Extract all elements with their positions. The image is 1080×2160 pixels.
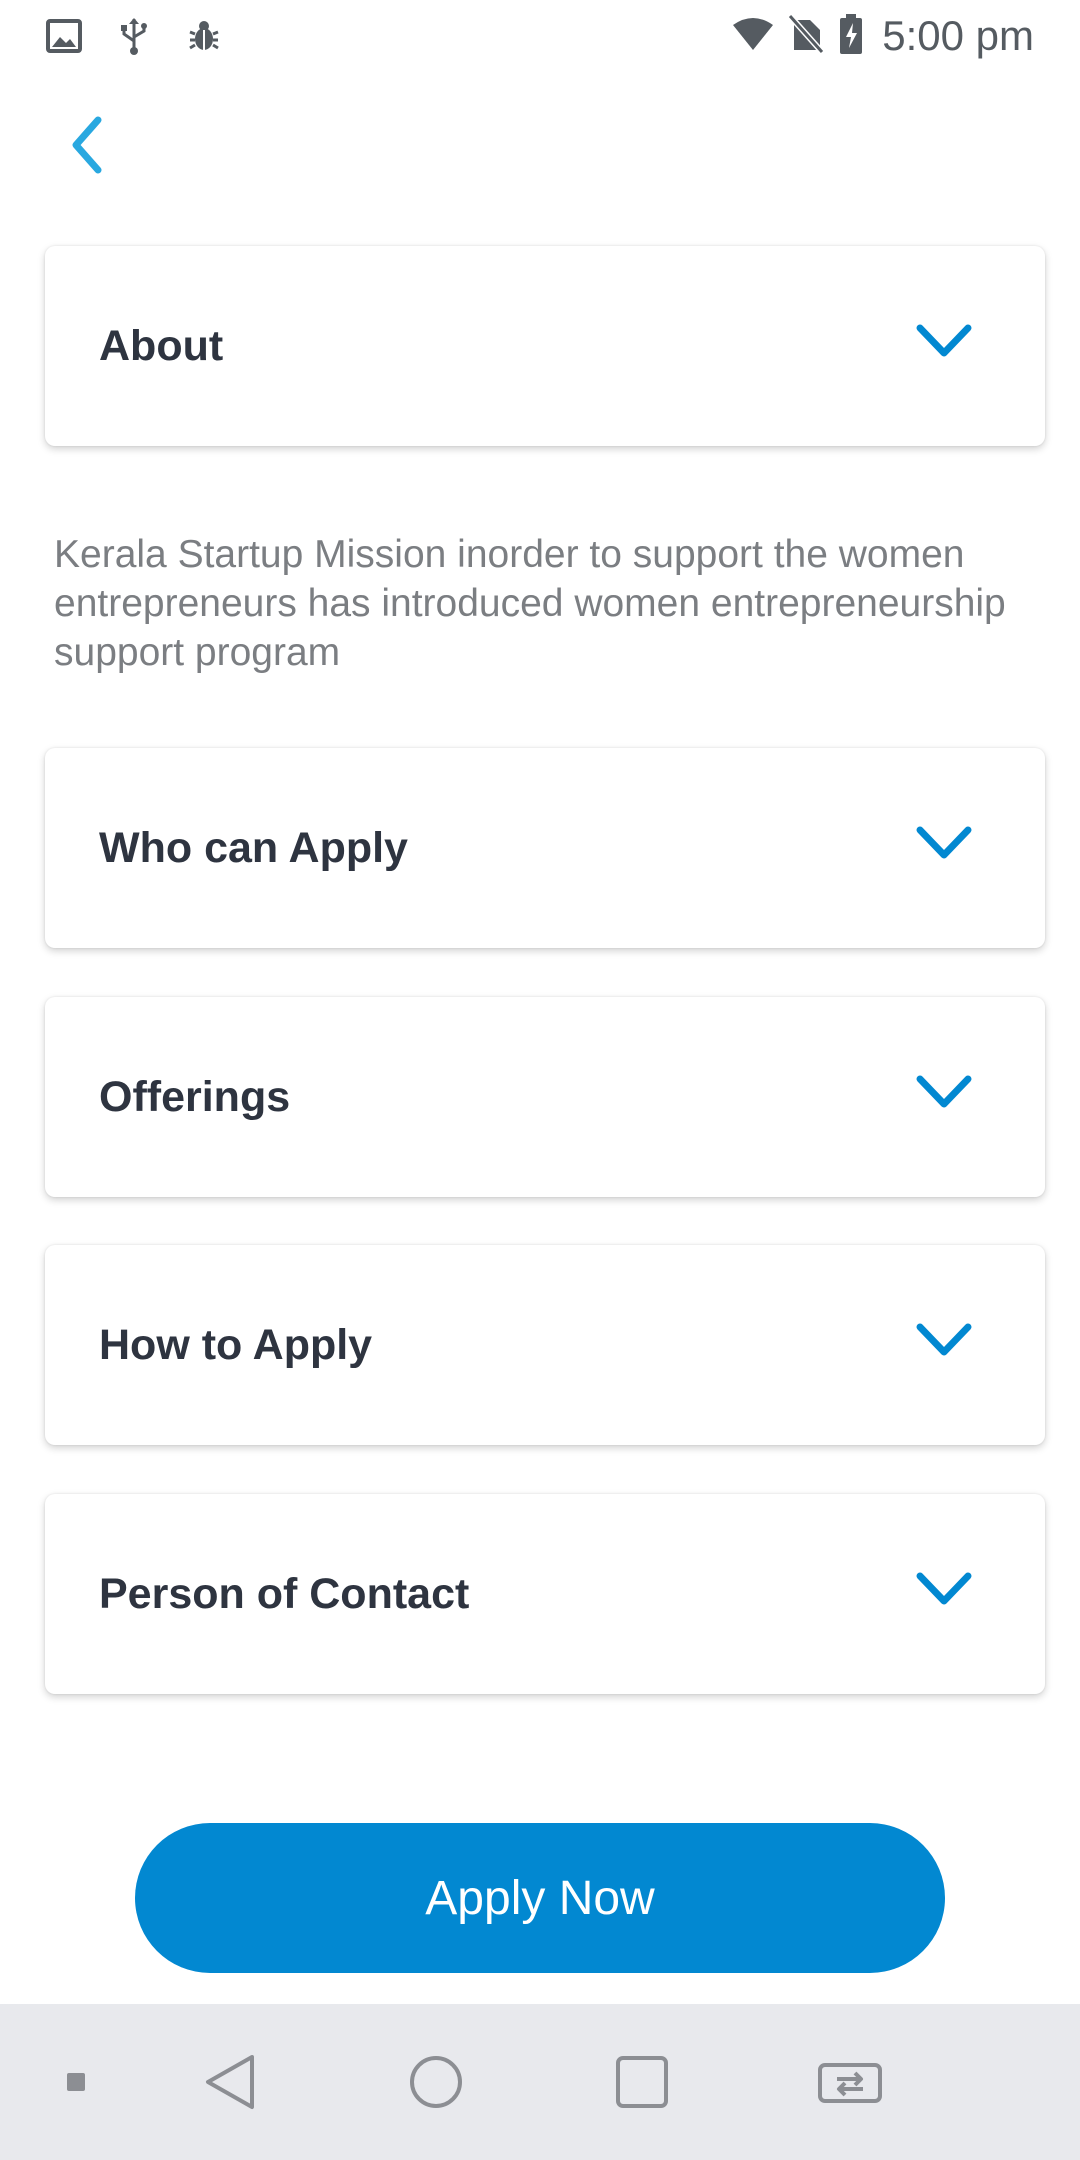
about-accordion[interactable]: About (45, 246, 1045, 446)
person-of-contact-title: Person of Contact (99, 1569, 470, 1618)
about-description: Kerala Startup Mission inorder to suppor… (54, 533, 1006, 674)
chevron-down-icon (915, 823, 973, 863)
no-sim-icon (787, 13, 825, 59)
image-icon (44, 16, 84, 56)
status-time: 5:00 pm (882, 12, 1034, 59)
bug-icon (184, 16, 224, 56)
back-triangle-icon[interactable] (190, 2004, 270, 2160)
usb-icon (114, 16, 154, 56)
back-button[interactable] (56, 112, 116, 182)
status-bar: 5:00 pm (0, 0, 1080, 72)
chevron-down-icon (915, 1072, 973, 1112)
wifi-icon (732, 17, 774, 56)
recents-square-icon[interactable] (602, 2004, 682, 2160)
about-title: About (99, 321, 224, 370)
who-can-apply-accordion[interactable]: Who can Apply (45, 748, 1045, 948)
how-to-apply-accordion[interactable]: How to Apply (45, 1245, 1045, 1445)
screen-switch-icon[interactable] (810, 2004, 890, 2160)
chevron-left-icon (66, 115, 106, 180)
apply-now-button[interactable]: Apply Now (135, 1823, 945, 1973)
system-nav-bar (0, 2004, 1080, 2160)
battery-charging-icon (838, 13, 864, 60)
offerings-title: Offerings (99, 1072, 291, 1121)
person-of-contact-accordion[interactable]: Person of Contact (45, 1494, 1045, 1694)
how-to-apply-title: How to Apply (99, 1320, 373, 1369)
offerings-accordion[interactable]: Offerings (45, 997, 1045, 1197)
square-dot-icon[interactable] (56, 2004, 96, 2160)
chevron-down-icon (915, 1569, 973, 1609)
chevron-down-icon (915, 321, 973, 361)
who-can-apply-title: Who can Apply (99, 823, 408, 872)
chevron-down-icon (915, 1320, 973, 1360)
home-circle-icon[interactable] (396, 2004, 476, 2160)
